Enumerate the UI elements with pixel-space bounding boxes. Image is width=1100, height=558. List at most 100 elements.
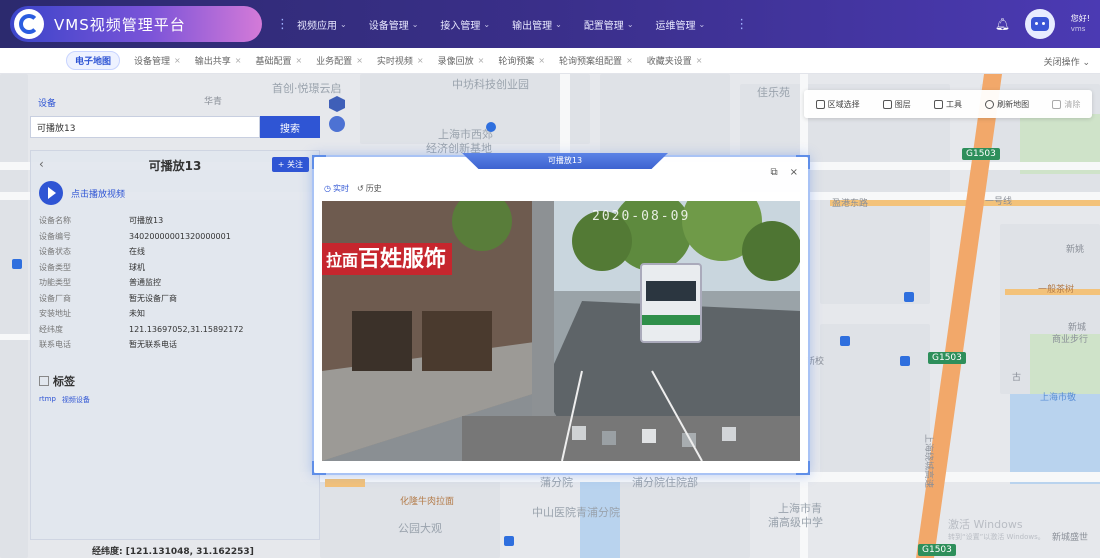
close-icon: ×: [626, 56, 633, 65]
bell-icon[interactable]: 🔔︎: [995, 17, 1010, 31]
highway-shield: G1503: [928, 352, 966, 364]
tags-header: 标签: [39, 373, 75, 389]
bus-stop-icon[interactable]: [904, 292, 914, 302]
map-label: 新姚: [1066, 245, 1085, 255]
nav-item-config-mgmt[interactable]: 配置管理 ⌄: [584, 17, 634, 32]
layers-tool[interactable]: 图层: [882, 99, 911, 110]
map-marker-icon[interactable]: [486, 122, 496, 132]
map-label: 一般茶树: [1038, 285, 1075, 295]
search-button[interactable]: 搜索: [260, 116, 320, 138]
hexagon-icon: [329, 96, 345, 112]
map-label: 盈港东路: [832, 199, 869, 209]
tab-live-video[interactable]: 实时视频 ×: [377, 54, 424, 67]
nav-item-access-mgmt[interactable]: 接入管理 ⌄: [440, 17, 490, 32]
map-label: 佳乐苑: [757, 86, 790, 99]
device-search: 搜索: [30, 116, 320, 138]
app-logo[interactable]: VMS视频管理平台: [10, 6, 262, 42]
clear-tool[interactable]: 清除: [1052, 99, 1080, 110]
info-row: 安装地址 未知: [39, 309, 145, 319]
user-area: 🔔︎ 您好! vms: [995, 6, 1090, 42]
info-row: 联系电话 暂无联系电话: [39, 340, 177, 350]
tab-base-config[interactable]: 基础配置 ×: [255, 54, 302, 67]
tags-title: 标签: [53, 375, 75, 388]
nav-separator: ⋮: [276, 16, 289, 32]
area-select-tool[interactable]: 区域选择: [815, 99, 860, 110]
close-icon: ×: [477, 56, 485, 65]
map-zoom-controls[interactable]: [329, 96, 345, 136]
map-label: 古: [1012, 373, 1022, 383]
user-info[interactable]: 您好! vms: [1071, 14, 1090, 34]
map-label: 浦高级中学: [768, 516, 823, 529]
bus-stop-icon[interactable]: [504, 536, 514, 546]
bus-stop-icon[interactable]: [840, 336, 850, 346]
info-row: 设备厂商 暂无设备厂商: [39, 293, 177, 303]
video-popup-title: 可播放13: [462, 153, 668, 169]
nav-item-device-mgmt[interactable]: 设备管理 ⌄: [369, 17, 419, 32]
device-search-input[interactable]: [30, 116, 260, 138]
chevron-down-icon: ⌄: [555, 19, 562, 29]
info-row: 设备状态 在线: [39, 247, 145, 257]
map-label: 化隆牛肉拉面: [400, 497, 455, 507]
tag-item[interactable]: 视频设备: [62, 395, 90, 405]
map-label: 中坊科技创业园: [452, 78, 529, 91]
video-frame: [322, 201, 800, 461]
tag-item[interactable]: rtmp: [39, 395, 56, 405]
nav-item-output-mgmt[interactable]: 输出管理 ⌄: [512, 17, 562, 32]
follow-button[interactable]: + 关注: [271, 157, 309, 172]
chevron-down-icon: ⌄: [483, 19, 491, 29]
toolbox-icon: [933, 99, 943, 109]
popout-icon[interactable]: ⧉: [770, 167, 777, 178]
bus-stop-icon[interactable]: [12, 259, 22, 269]
logo-icon: [14, 9, 44, 39]
corner-decoration: [796, 155, 810, 169]
avatar[interactable]: [1024, 9, 1055, 39]
map-label: 上海绕城高速: [923, 434, 933, 489]
play-label: 点击播放视频: [71, 189, 126, 200]
play-video-link[interactable]: 点击播放视频: [39, 181, 125, 205]
tab-business-config[interactable]: 业务配置 ×: [316, 54, 363, 67]
tags-list: rtmp 视频设备: [39, 395, 90, 405]
mode-live[interactable]: ◷ 实时: [324, 183, 349, 194]
panel-tab-device[interactable]: 设备: [38, 96, 56, 109]
video-player[interactable]: 拉面百姓服饰 2020-08-09: [322, 201, 800, 461]
chevron-down-icon: ⌄: [626, 19, 634, 29]
tools-tool[interactable]: 工具: [933, 99, 962, 110]
clock-icon: ◷: [324, 184, 331, 193]
tab-device-mgmt[interactable]: 设备管理 ×: [134, 54, 181, 67]
nav-separator: ⋮: [735, 16, 749, 32]
windows-activation-watermark: 转到“设置”以激活 Windows。: [948, 533, 1045, 541]
bus-stop-icon[interactable]: [900, 356, 910, 366]
layers-icon: [882, 99, 892, 109]
tab-polling-plan[interactable]: 轮询预案 ×: [498, 54, 545, 67]
device-info-list: 设备名称 可播放13 设备编号 34020000001320000001 设备状态在…: [39, 213, 311, 353]
map-toolbar: 区域选择 图层 工具 刷新地图 清除: [804, 90, 1092, 118]
chevron-down-icon: ⌄: [411, 19, 419, 29]
refresh-map-tool[interactable]: 刷新地图: [985, 99, 1029, 110]
trash-icon: [1052, 99, 1062, 109]
info-row: 设备编号 34020000001320000001: [39, 231, 231, 241]
nav-item-ops-mgmt[interactable]: 运维管理 ⌄: [656, 17, 706, 32]
video-mode-switch: ◷ 实时 ↺ 历史: [324, 183, 382, 194]
map-label: 上海市敬: [1040, 393, 1077, 403]
windows-activation-watermark: 激活 Windows: [948, 518, 1023, 531]
highway-shield: G1503: [962, 148, 1000, 160]
nav-item-video-app[interactable]: 视频应用 ⌄: [297, 17, 347, 32]
tab-favorites[interactable]: 收藏夹设置 ×: [647, 54, 703, 67]
cursor-coordinates: 经纬度: [121.131048, 31.162253]: [92, 547, 254, 557]
chevron-down-icon: ⌄: [340, 19, 347, 29]
mode-history[interactable]: ↺ 历史: [357, 183, 382, 194]
chevron-down-icon: ⌄: [1082, 58, 1090, 68]
refresh-icon: [985, 99, 995, 109]
corner-decoration: [796, 461, 810, 475]
top-bar: VMS视频管理平台 ⋮ 视频应用 ⌄ 设备管理 ⌄ 接入管理 ⌄ 输出管理 ⌄ 配置管理…: [0, 0, 1100, 48]
corner-decoration: [312, 461, 326, 475]
video-osd-timestamp: 2020-08-09: [592, 209, 691, 224]
history-icon: ↺: [356, 184, 364, 193]
app-title: VMS视频管理平台: [54, 15, 186, 34]
play-icon: [39, 181, 63, 205]
tab-playback[interactable]: 录像回放 ×: [438, 54, 485, 67]
tab-output-share[interactable]: 输出共享 ×: [195, 54, 242, 67]
tab-polling-group[interactable]: 轮询预案组配置 ×: [559, 54, 633, 67]
close-all-tabs-button[interactable]: 关闭操作 ⌄: [1044, 55, 1090, 68]
tab-electronic-map[interactable]: 电子地图: [66, 51, 121, 70]
